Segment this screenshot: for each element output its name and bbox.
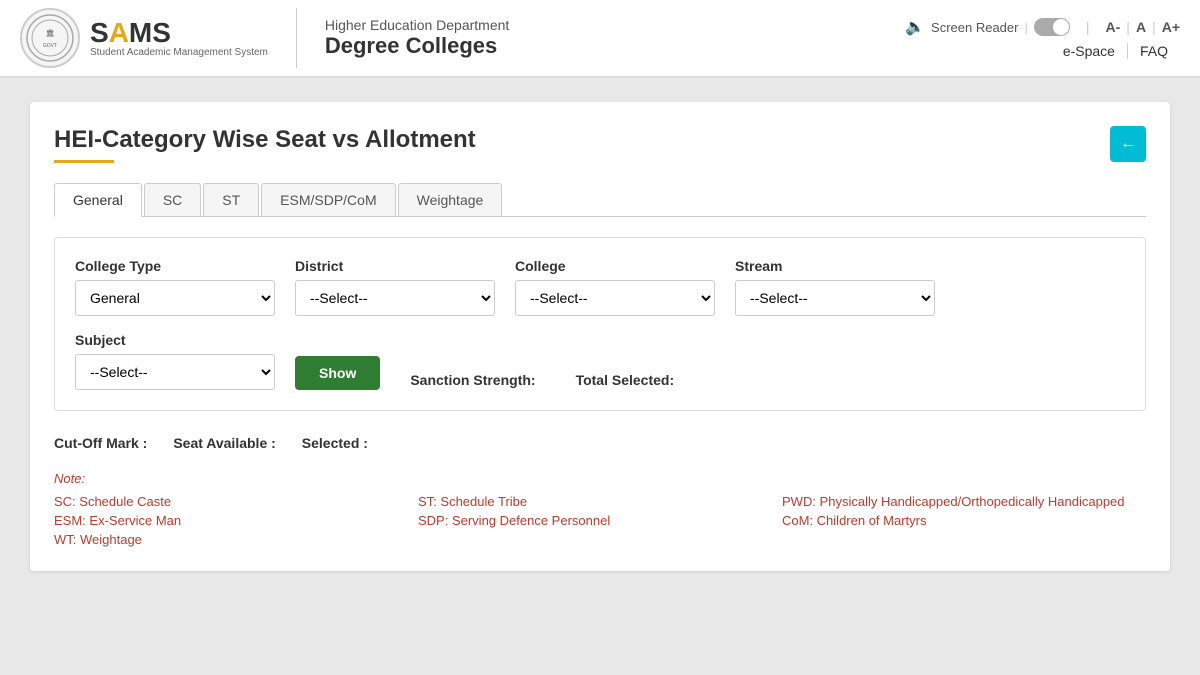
note-items: SC: Schedule Caste ST: Schedule Tribe PW… xyxy=(54,494,1146,547)
total-selected-item: Total Selected: xyxy=(576,372,675,390)
note-pwd: PWD: Physically Handicapped/Orthopedical… xyxy=(782,494,1146,509)
filter-row-1: College Type General Aided Unaided Distr… xyxy=(75,258,1125,316)
selected-label: Selected : xyxy=(302,435,368,451)
college-type-select[interactable]: General Aided Unaided xyxy=(75,280,275,316)
svg-text:🏛: 🏛 xyxy=(46,29,55,37)
total-selected-label: Total Selected: xyxy=(576,372,675,388)
college-type-label: College Type xyxy=(75,258,275,274)
district-group: District --Select-- xyxy=(295,258,495,316)
font-divider-1: | xyxy=(1126,19,1130,35)
stream-group: Stream --Select-- xyxy=(735,258,935,316)
header: 🏛 GOVT SAMS Student Academic Management … xyxy=(0,0,1200,78)
tab-sc[interactable]: SC xyxy=(144,183,201,216)
header-top-controls: 🔈 Screen Reader | | A- | A | A+ xyxy=(905,17,1180,37)
main-content: HEI-Category Wise Seat vs Allotment ← Ge… xyxy=(0,78,1200,595)
subject-group: Subject --Select-- xyxy=(75,332,275,390)
dept-info: Higher Education Department Degree Colle… xyxy=(325,17,509,59)
filter-row-2: Subject --Select-- Show Sanction Strengt… xyxy=(75,332,1125,390)
logo-emblem: 🏛 GOVT xyxy=(20,8,80,68)
font-divider-2: | xyxy=(1152,19,1156,35)
font-increase-btn[interactable]: A+ xyxy=(1162,19,1180,35)
cutoff-item: Cut-Off Mark : xyxy=(54,435,153,451)
font-normal-btn[interactable]: A xyxy=(1136,19,1146,35)
note-label: Note: xyxy=(54,471,1146,486)
font-decrease-btn[interactable]: A- xyxy=(1106,19,1121,35)
tab-weightage[interactable]: Weightage xyxy=(398,183,503,216)
note-wt: WT: Weightage xyxy=(54,532,418,547)
back-button[interactable]: ← xyxy=(1110,126,1146,162)
logo-subtitle: Student Academic Management System xyxy=(90,47,268,58)
note-esm: ESM: Ex-Service Man xyxy=(54,513,418,528)
font-divider: | xyxy=(1086,19,1090,35)
selected-item: Selected : xyxy=(302,435,374,451)
show-button[interactable]: Show xyxy=(295,356,380,390)
speaker-icon: 🔈 xyxy=(905,17,925,37)
subject-select[interactable]: --Select-- xyxy=(75,354,275,390)
college-select[interactable]: --Select-- xyxy=(515,280,715,316)
note-sdp: SDP: Serving Defence Personnel xyxy=(418,513,782,528)
card-header: HEI-Category Wise Seat vs Allotment ← xyxy=(54,126,1146,163)
subject-label: Subject xyxy=(75,332,275,348)
divider-v: | xyxy=(1024,20,1027,35)
title-underline xyxy=(54,160,114,163)
seat-available-item: Seat Available : xyxy=(173,435,281,451)
screen-reader-toggle[interactable]: 🔈 Screen Reader | xyxy=(905,17,1070,37)
sanction-strength-label: Sanction Strength: xyxy=(410,372,535,388)
note-st: ST: Schedule Tribe xyxy=(418,494,782,509)
show-and-stats: Show Sanction Strength: Total Selected: xyxy=(295,332,674,390)
header-right: 🔈 Screen Reader | | A- | A | A+ e-Space … xyxy=(905,17,1180,59)
content-card: HEI-Category Wise Seat vs Allotment ← Ge… xyxy=(30,102,1170,571)
note-com: CoM: Children of Martyrs xyxy=(782,513,1146,528)
header-left: 🏛 GOVT SAMS Student Academic Management … xyxy=(20,8,509,68)
logo-highlight: A xyxy=(109,17,129,48)
tabs: General SC ST ESM/SDP/CoM Weightage xyxy=(54,183,1146,217)
svg-text:GOVT: GOVT xyxy=(43,43,57,49)
district-label: District xyxy=(295,258,495,274)
faq-link[interactable]: FAQ xyxy=(1128,43,1180,59)
college-group: College --Select-- xyxy=(515,258,715,316)
stream-select[interactable]: --Select-- xyxy=(735,280,935,316)
page-title-area: HEI-Category Wise Seat vs Allotment xyxy=(54,126,476,163)
summary-row: Cut-Off Mark : Seat Available : Selected… xyxy=(54,435,1146,451)
stats-area: Sanction Strength: Total Selected: xyxy=(410,372,674,390)
dept-subtitle: Degree Colleges xyxy=(325,33,509,59)
notes-section: Note: SC: Schedule Caste ST: Schedule Tr… xyxy=(54,471,1146,547)
stream-label: Stream xyxy=(735,258,935,274)
header-nav-links: e-Space FAQ xyxy=(1051,43,1180,59)
district-select[interactable]: --Select-- xyxy=(295,280,495,316)
tab-st[interactable]: ST xyxy=(203,183,259,216)
logo-sams: SAMS xyxy=(90,19,268,47)
logo-text: SAMS Student Academic Management System xyxy=(90,19,268,58)
filter-panel: College Type General Aided Unaided Distr… xyxy=(54,237,1146,411)
seat-available-label: Seat Available : xyxy=(173,435,275,451)
tab-general[interactable]: General xyxy=(54,183,142,217)
font-controls: A- | A | A+ xyxy=(1106,19,1180,35)
screen-reader-switch[interactable] xyxy=(1034,18,1070,36)
dept-title: Higher Education Department xyxy=(325,17,509,33)
cutoff-label: Cut-Off Mark : xyxy=(54,435,147,451)
page-title: HEI-Category Wise Seat vs Allotment xyxy=(54,126,476,154)
screen-reader-label: Screen Reader xyxy=(931,20,1018,35)
header-divider xyxy=(296,8,297,68)
logo-area: 🏛 GOVT SAMS Student Academic Management … xyxy=(20,8,268,68)
tab-esm[interactable]: ESM/SDP/CoM xyxy=(261,183,395,216)
college-type-group: College Type General Aided Unaided xyxy=(75,258,275,316)
college-label: College xyxy=(515,258,715,274)
espace-link[interactable]: e-Space xyxy=(1051,43,1128,59)
sanction-strength-item: Sanction Strength: xyxy=(410,372,535,390)
note-sc: SC: Schedule Caste xyxy=(54,494,418,509)
